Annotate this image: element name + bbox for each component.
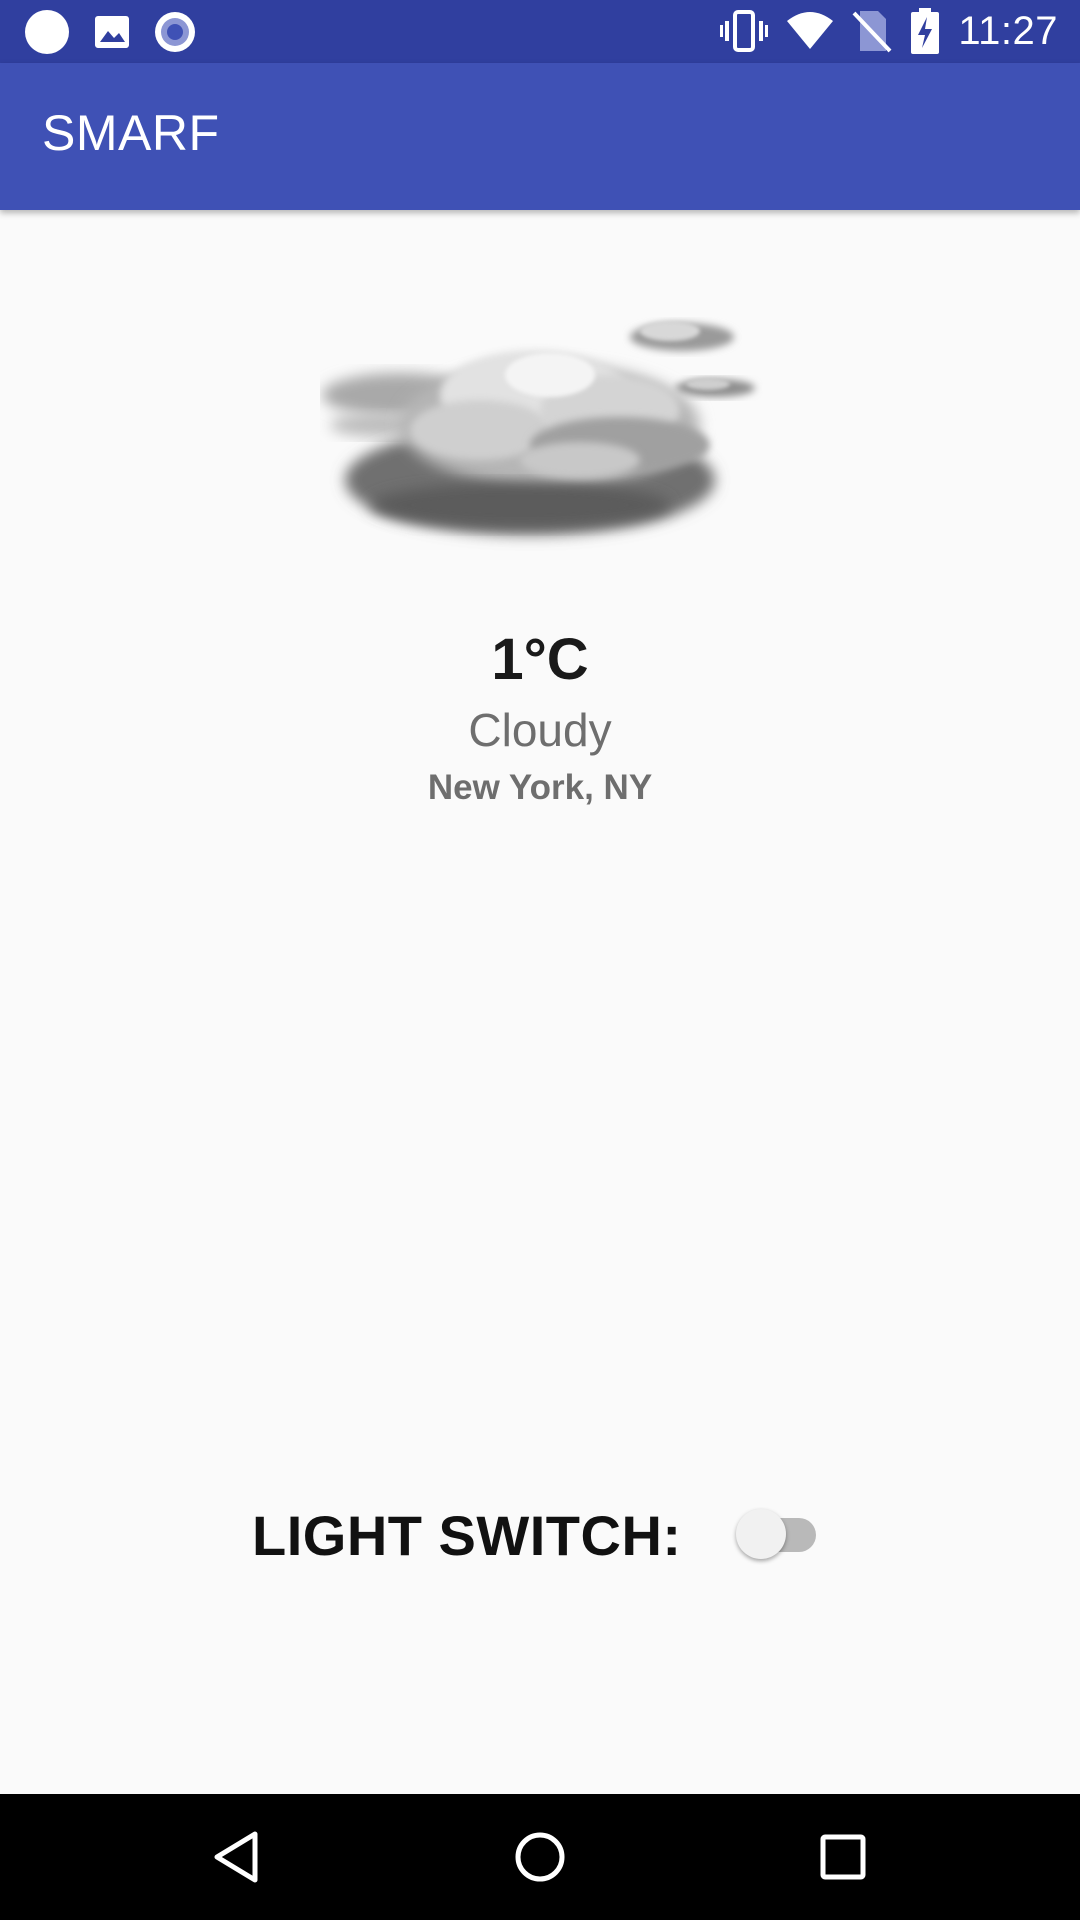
cloudy-icon [320, 295, 770, 575]
system-status-icons: 11:27 [720, 8, 1058, 54]
back-icon [214, 1831, 258, 1883]
recents-button[interactable] [808, 1822, 878, 1892]
condition-text: Cloudy [468, 704, 612, 756]
home-button[interactable] [505, 1822, 575, 1892]
status-bar: 11:27 [0, 0, 1080, 63]
image-notification-icon [92, 12, 132, 52]
radio-notification-icon [154, 11, 196, 53]
circle-notification-icon [24, 9, 70, 55]
home-icon [515, 1832, 565, 1882]
no-sim-icon [852, 9, 892, 53]
switch-thumb [735, 1509, 786, 1559]
vibrate-icon [720, 9, 769, 53]
light-switch-label: LIGHT SWITCH: [252, 1503, 682, 1567]
app-bar: SMARF [0, 63, 1080, 210]
temperature-text: 1°C [491, 627, 589, 692]
wifi-icon [786, 11, 834, 51]
screen: 11:27 SMARF 1°C Cloudy New York, NY LIGH… [0, 0, 1080, 1920]
location-text: New York, NY [427, 768, 653, 807]
light-switch-row: LIGHT SWITCH: [252, 1500, 822, 1570]
notification-icons [24, 9, 196, 55]
back-button[interactable] [201, 1822, 271, 1892]
light-switch-toggle[interactable] [735, 1508, 822, 1562]
battery-charging-icon [910, 8, 940, 54]
navigation-bar [0, 1794, 1080, 1920]
recents-icon [820, 1834, 866, 1880]
app-title: SMARF [42, 105, 220, 161]
status-time: 11:27 [958, 9, 1058, 53]
